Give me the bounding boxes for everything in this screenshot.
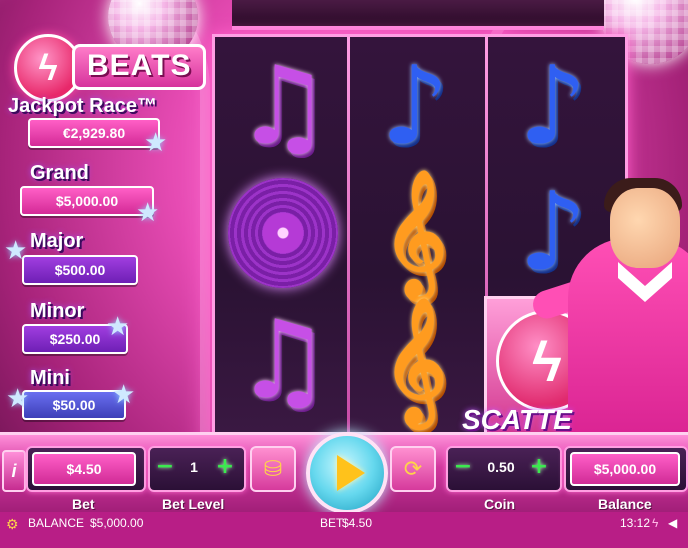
autoplay-icon[interactable]: ⟳	[390, 446, 436, 492]
major-value: $500.00	[22, 255, 138, 285]
bet-level-plus-button[interactable]: +	[214, 456, 236, 478]
clock: 13:12	[620, 516, 651, 530]
minor-title: Minor	[30, 300, 85, 322]
coin-label: Coin	[484, 496, 516, 512]
mini-value: $50.00	[22, 390, 126, 420]
bet-value: $4.50	[32, 452, 136, 486]
orange-treble-clef-symbol: 𝄞	[383, 298, 447, 423]
lightning-icon[interactable]: ϟ	[652, 516, 658, 530]
balance-label: Balance	[598, 496, 652, 512]
mini-title: Mini	[30, 367, 70, 389]
blue-note-symbol: ♪	[518, 44, 588, 169]
coin-minus-button[interactable]: −	[452, 456, 474, 478]
coin-plus-button[interactable]: +	[528, 456, 550, 478]
major-title: Major	[30, 230, 84, 252]
star-icon: ★	[112, 380, 136, 410]
vinyl-record-symbol	[223, 173, 343, 293]
star-icon: ★	[4, 236, 28, 266]
coins-stack-icon[interactable]: ⛁	[250, 446, 296, 492]
status-bet-value: $4.50	[342, 516, 373, 530]
jackpot-race-title: Jackpot Race™	[8, 95, 157, 117]
status-balance-label: BALANCE	[28, 516, 85, 530]
jackpot-race-value: €2,929.80	[28, 118, 160, 148]
spin-button[interactable]	[306, 432, 388, 514]
grand-title: Grand	[30, 162, 89, 184]
purple-note-symbol: ♫	[234, 44, 332, 169]
star-icon: ★	[6, 384, 30, 414]
star-icon: ★	[106, 312, 130, 342]
top-frame	[232, 0, 604, 30]
gear-icon[interactable]: ⚙	[6, 516, 19, 533]
game-stage: ♫ ♫ ♪ 𝄞 𝄞 ♪ ♪ ϟ SCATTE ϟ BEATS Jackpot R…	[0, 0, 688, 548]
status-bet-label: BET	[320, 516, 344, 530]
bet-label: Bet	[72, 496, 95, 512]
speaker-icon[interactable]: ◀	[668, 516, 677, 530]
star-icon: ★	[136, 198, 160, 228]
game-logo: ϟ BEATS	[14, 34, 207, 102]
status-bar: ⚙ BALANCE $5,000.00 BET $4.50 13:12 ϟ ◀	[0, 512, 688, 548]
bet-level-value: 1	[190, 459, 198, 475]
info-button[interactable]: i	[2, 450, 26, 492]
logo-text: BEATS	[72, 44, 207, 90]
star-icon: ★	[144, 128, 168, 158]
play-icon	[337, 455, 365, 491]
coin-value: 0.50	[487, 459, 515, 475]
status-balance-value: $5,000.00	[90, 516, 144, 530]
blue-note-symbol: ♪	[380, 44, 450, 169]
purple-note-symbol: ♫	[234, 298, 332, 423]
grand-value: $5,000.00	[20, 186, 154, 216]
reel-divider	[347, 37, 350, 433]
balance-value: $5,000.00	[570, 452, 680, 486]
host-head	[610, 188, 680, 268]
orange-treble-clef-symbol: 𝄞	[383, 170, 447, 295]
bet-level-minus-button[interactable]: −	[154, 456, 176, 478]
bet-level-label: Bet Level	[162, 496, 225, 512]
